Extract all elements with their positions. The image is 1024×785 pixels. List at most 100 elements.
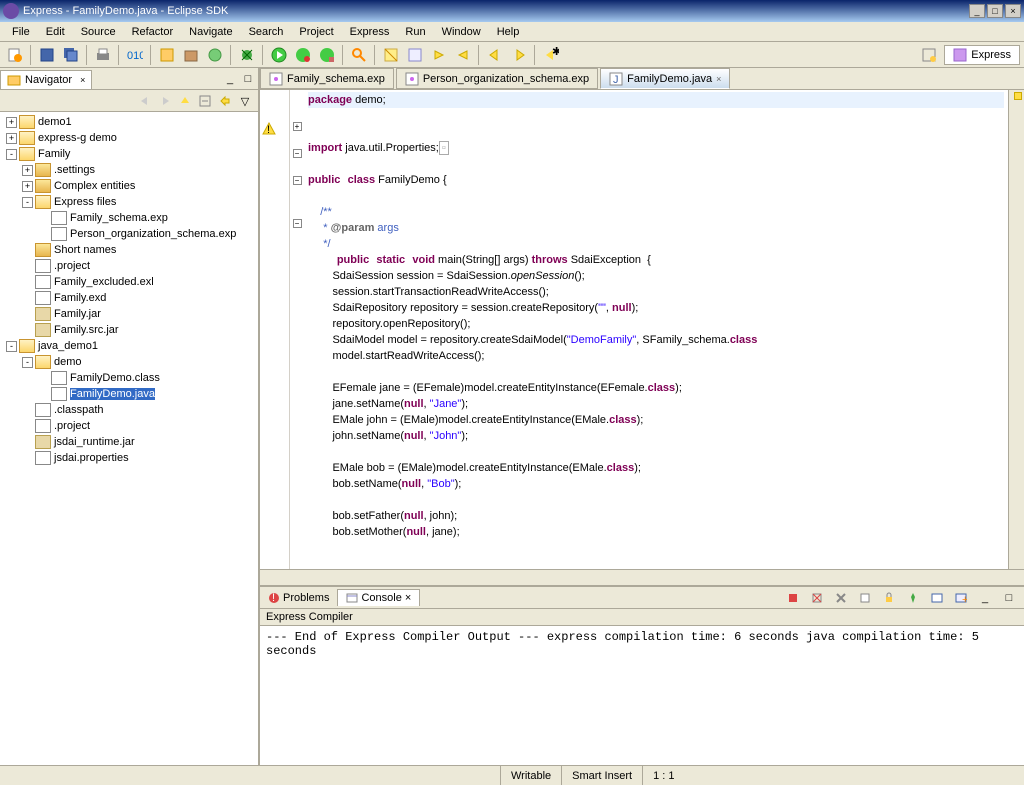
fold-expand-button[interactable]: + xyxy=(293,122,302,131)
external-tools-button[interactable] xyxy=(316,44,338,66)
console-output[interactable]: --- End of Express Compiler Output --- e… xyxy=(260,626,1024,765)
console-close-icon[interactable]: × xyxy=(405,592,411,604)
navigator-tree[interactable]: +demo1+express-g demo-Family+.settings+C… xyxy=(0,112,258,765)
view-minimize-button[interactable]: _ xyxy=(222,71,238,87)
tree-item[interactable]: .project xyxy=(2,418,256,434)
console-maximize-button[interactable]: □ xyxy=(998,587,1020,609)
tree-item[interactable]: +Complex entities xyxy=(2,178,256,194)
maximize-button[interactable]: □ xyxy=(987,4,1003,18)
nav-back-button[interactable] xyxy=(136,92,154,110)
pin-console-button[interactable] xyxy=(902,587,924,609)
tree-expander[interactable]: - xyxy=(22,357,33,368)
menu-project[interactable]: Project xyxy=(291,24,341,40)
code-editor[interactable]: package demo; import java.util.Propertie… xyxy=(304,90,1008,569)
fold-gutter[interactable]: + − − − xyxy=(290,90,304,569)
console-tab[interactable]: Console × xyxy=(337,589,420,606)
menu-express[interactable]: Express xyxy=(342,24,398,40)
navigator-tab[interactable]: Navigator × xyxy=(0,70,92,89)
tree-item[interactable]: +.settings xyxy=(2,162,256,178)
tree-expander[interactable]: - xyxy=(22,197,33,208)
tree-expander[interactable]: + xyxy=(22,165,33,176)
tree-item[interactable]: -Express files xyxy=(2,194,256,210)
menu-source[interactable]: Source xyxy=(73,24,124,40)
nav-up-button[interactable] xyxy=(176,92,194,110)
menu-help[interactable]: Help xyxy=(489,24,528,40)
menu-navigate[interactable]: Navigate xyxy=(181,24,240,40)
menu-window[interactable]: Window xyxy=(434,24,489,40)
tree-item[interactable]: .project xyxy=(2,258,256,274)
new-class-button[interactable] xyxy=(204,44,226,66)
tree-item[interactable]: FamilyDemo.java xyxy=(2,386,256,402)
tree-item[interactable]: Family.jar xyxy=(2,306,256,322)
tree-item[interactable]: jsdai.properties xyxy=(2,450,256,466)
tree-item[interactable]: Short names xyxy=(2,242,256,258)
forward-button[interactable] xyxy=(508,44,530,66)
console-minimize-button[interactable]: _ xyxy=(974,587,996,609)
open-perspective-button[interactable] xyxy=(918,44,940,66)
tree-item[interactable]: Family_schema.exp xyxy=(2,210,256,226)
fold-collapse-button[interactable]: − xyxy=(293,149,302,158)
menu-refactor[interactable]: Refactor xyxy=(124,24,182,40)
link-editor-button[interactable] xyxy=(216,92,234,110)
navigator-close-icon[interactable]: × xyxy=(80,75,85,85)
build-button[interactable]: 010 xyxy=(124,44,146,66)
tree-item[interactable]: Family_excluded.exl xyxy=(2,274,256,290)
open-type-button[interactable] xyxy=(156,44,178,66)
last-edit-button[interactable]: ✱ xyxy=(540,44,562,66)
tree-item[interactable]: FamilyDemo.class xyxy=(2,370,256,386)
tree-item[interactable]: Person_organization_schema.exp xyxy=(2,226,256,242)
fold-collapse-button[interactable]: − xyxy=(293,176,302,185)
terminate-button[interactable] xyxy=(782,587,804,609)
remove-all-button[interactable] xyxy=(830,587,852,609)
debug-button[interactable] xyxy=(236,44,258,66)
menu-edit[interactable]: Edit xyxy=(38,24,73,40)
tree-item[interactable]: Family.exd xyxy=(2,290,256,306)
tree-expander[interactable]: - xyxy=(6,149,17,160)
tree-item[interactable]: -Family xyxy=(2,146,256,162)
menu-file[interactable]: File xyxy=(4,24,38,40)
close-button[interactable]: × xyxy=(1005,4,1021,18)
display-console-button[interactable] xyxy=(926,587,948,609)
search-button[interactable] xyxy=(348,44,370,66)
tree-item[interactable]: jsdai_runtime.jar xyxy=(2,434,256,450)
tree-expander[interactable]: - xyxy=(6,341,17,352)
tree-item[interactable]: -demo xyxy=(2,354,256,370)
back-button[interactable] xyxy=(484,44,506,66)
tree-item[interactable]: Family.src.jar xyxy=(2,322,256,338)
menu-run[interactable]: Run xyxy=(397,24,433,40)
menu-search[interactable]: Search xyxy=(241,24,292,40)
view-menu-button[interactable]: ▽ xyxy=(236,92,254,110)
overview-marker[interactable] xyxy=(1014,92,1022,100)
save-all-button[interactable] xyxy=(60,44,82,66)
nav-forward-button[interactable] xyxy=(156,92,174,110)
editor-tab[interactable]: Family_schema.exp xyxy=(260,68,394,89)
save-button[interactable] xyxy=(36,44,58,66)
editor-tab[interactable]: Person_organization_schema.exp xyxy=(396,68,598,89)
clear-console-button[interactable] xyxy=(854,587,876,609)
vertical-scrollbar[interactable] xyxy=(1008,90,1024,569)
tree-expander[interactable]: + xyxy=(6,117,17,128)
express-perspective-button[interactable]: Express xyxy=(944,45,1020,65)
tree-expander[interactable]: + xyxy=(6,133,17,144)
view-maximize-button[interactable]: □ xyxy=(240,71,256,87)
collapse-all-button[interactable] xyxy=(196,92,214,110)
problems-tab[interactable]: ! Problems xyxy=(260,590,337,606)
tree-item[interactable]: -java_demo1 xyxy=(2,338,256,354)
tree-item[interactable]: +demo1 xyxy=(2,114,256,130)
horizontal-scrollbar[interactable] xyxy=(260,569,1024,585)
open-console-button[interactable]: + xyxy=(950,587,972,609)
tree-item[interactable]: +express-g demo xyxy=(2,130,256,146)
new-package-button[interactable] xyxy=(180,44,202,66)
tree-expander[interactable]: + xyxy=(22,181,33,192)
prev-annotation-button[interactable] xyxy=(452,44,474,66)
editor-content[interactable]: ! + − − − package demo; import java.util… xyxy=(260,90,1024,569)
scroll-lock-button[interactable] xyxy=(878,587,900,609)
minimize-button[interactable]: _ xyxy=(969,4,985,18)
new-button[interactable] xyxy=(4,44,26,66)
run-last-button[interactable] xyxy=(292,44,314,66)
next-annotation-button[interactable] xyxy=(428,44,450,66)
annotation-button[interactable] xyxy=(404,44,426,66)
print-button[interactable] xyxy=(92,44,114,66)
tree-item[interactable]: .classpath xyxy=(2,402,256,418)
run-button[interactable] xyxy=(268,44,290,66)
